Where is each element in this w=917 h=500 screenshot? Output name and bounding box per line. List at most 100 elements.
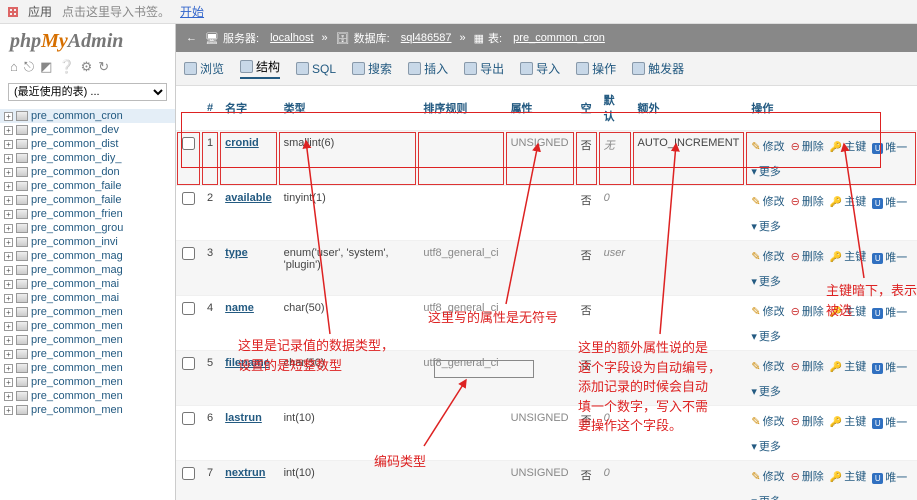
expand-icon[interactable]: + xyxy=(4,196,13,205)
expand-icon[interactable]: + xyxy=(4,392,13,401)
modify-link[interactable]: 修改 xyxy=(751,468,784,484)
primary-link[interactable]: 主键 xyxy=(830,468,866,484)
unique-link[interactable]: 唯一 xyxy=(872,194,907,210)
more-link[interactable]: 更多 xyxy=(751,383,781,399)
th-type[interactable]: 类型 xyxy=(278,86,418,131)
row-checkbox[interactable] xyxy=(182,192,195,205)
expand-icon[interactable]: + xyxy=(4,182,13,191)
delete-link[interactable]: 删除 xyxy=(791,138,824,154)
primary-link[interactable]: 主键 xyxy=(830,303,866,319)
sidebar-item[interactable]: +pre_common_faile xyxy=(0,193,175,207)
row-checkbox[interactable] xyxy=(182,357,195,370)
more-link[interactable]: 更多 xyxy=(751,328,781,344)
reload-icon[interactable]: ↻ xyxy=(98,59,109,75)
primary-link[interactable]: 主键 xyxy=(830,193,866,209)
col-name[interactable]: available xyxy=(225,192,271,204)
bc-server[interactable]: localhost xyxy=(270,32,313,44)
sidebar-item[interactable]: +pre_common_dev xyxy=(0,123,175,137)
tab-插入[interactable]: 插入 xyxy=(408,60,448,77)
more-link[interactable]: 更多 xyxy=(751,493,781,500)
expand-icon[interactable]: + xyxy=(4,280,13,289)
sidebar-item[interactable]: +pre_common_mag xyxy=(0,263,175,277)
expand-icon[interactable]: + xyxy=(4,378,13,387)
modify-link[interactable]: 修改 xyxy=(751,303,784,319)
expand-icon[interactable]: + xyxy=(4,140,13,149)
unique-link[interactable]: 唯一 xyxy=(872,414,907,430)
delete-link[interactable]: 删除 xyxy=(791,358,824,374)
more-link[interactable]: 更多 xyxy=(751,273,781,289)
expand-icon[interactable]: + xyxy=(4,126,13,135)
col-name[interactable]: name xyxy=(225,302,254,314)
th-coll[interactable]: 排序规则 xyxy=(417,86,504,131)
sql-icon[interactable]: ◩ xyxy=(40,59,52,75)
settings-icon[interactable]: ⚙ xyxy=(81,59,93,75)
expand-icon[interactable]: + xyxy=(4,336,13,345)
sidebar-item[interactable]: +pre_common_mai xyxy=(0,277,175,291)
delete-link[interactable]: 删除 xyxy=(791,248,824,264)
tab-导入[interactable]: 导入 xyxy=(520,60,560,77)
modify-link[interactable]: 修改 xyxy=(751,358,784,374)
sidebar-item[interactable]: +pre_common_men xyxy=(0,319,175,333)
sidebar-item[interactable]: +pre_common_mag xyxy=(0,249,175,263)
expand-icon[interactable]: + xyxy=(4,224,13,233)
col-name[interactable]: lastrun xyxy=(225,412,262,424)
sidebar-item[interactable]: +pre_common_dist xyxy=(0,137,175,151)
expand-icon[interactable]: + xyxy=(4,294,13,303)
th-name[interactable]: 名字 xyxy=(219,86,277,131)
row-checkbox[interactable] xyxy=(182,302,195,315)
primary-link[interactable]: 主键 xyxy=(830,413,866,429)
sidebar-item[interactable]: +pre_common_men xyxy=(0,361,175,375)
sidebar-item[interactable]: +pre_common_diy_ xyxy=(0,151,175,165)
bc-table[interactable]: pre_common_cron xyxy=(513,32,605,44)
start-link[interactable]: 开始 xyxy=(180,3,204,20)
expand-icon[interactable]: + xyxy=(4,210,13,219)
more-link[interactable]: 更多 xyxy=(751,438,781,454)
delete-link[interactable]: 删除 xyxy=(791,303,824,319)
row-checkbox[interactable] xyxy=(182,412,195,425)
sidebar-item[interactable]: +pre_common_cron xyxy=(0,109,175,123)
unique-link[interactable]: 唯一 xyxy=(872,359,907,375)
expand-icon[interactable]: + xyxy=(4,154,13,163)
expand-icon[interactable]: + xyxy=(4,406,13,415)
th-attr[interactable]: 属性 xyxy=(505,86,575,131)
th-extra[interactable]: 额外 xyxy=(632,86,746,131)
th-null[interactable]: 空 xyxy=(575,86,598,131)
more-link[interactable]: 更多 xyxy=(751,218,781,234)
tab-搜索[interactable]: 搜索 xyxy=(352,60,392,77)
sidebar-item[interactable]: +pre_common_men xyxy=(0,389,175,403)
sidebar-item[interactable]: +pre_common_mai xyxy=(0,291,175,305)
row-checkbox[interactable] xyxy=(182,137,195,150)
col-name[interactable]: filename xyxy=(225,357,270,369)
tab-触发器[interactable]: 触发器 xyxy=(632,60,684,77)
home-icon[interactable]: ⌂ xyxy=(10,59,18,75)
logout-icon[interactable]: ⎋ xyxy=(24,59,34,75)
sidebar-item[interactable]: +pre_common_faile xyxy=(0,179,175,193)
unique-link[interactable]: 唯一 xyxy=(872,469,907,485)
primary-link[interactable]: 主键 xyxy=(830,358,866,374)
primary-link[interactable]: 主键 xyxy=(830,138,866,154)
sidebar-item[interactable]: +pre_common_men xyxy=(0,347,175,361)
unique-link[interactable]: 唯一 xyxy=(872,249,907,265)
logo[interactable]: phpMyAdmin xyxy=(0,24,175,57)
col-name[interactable]: type xyxy=(225,247,248,259)
delete-link[interactable]: 删除 xyxy=(791,468,824,484)
tab-结构[interactable]: 结构 xyxy=(240,58,280,79)
delete-link[interactable]: 删除 xyxy=(791,413,824,429)
primary-link[interactable]: 主键 xyxy=(830,248,866,264)
tab-SQL[interactable]: SQL xyxy=(296,62,336,76)
row-checkbox[interactable] xyxy=(182,467,195,480)
expand-icon[interactable]: + xyxy=(4,168,13,177)
bc-db[interactable]: sql486587 xyxy=(401,32,452,44)
expand-icon[interactable]: + xyxy=(4,322,13,331)
delete-link[interactable]: 删除 xyxy=(791,193,824,209)
apps-label[interactable]: 应用 xyxy=(28,3,52,20)
th-ops[interactable]: 操作 xyxy=(745,86,917,131)
expand-icon[interactable]: + xyxy=(4,238,13,247)
docs-icon[interactable]: ❔ xyxy=(58,59,74,75)
col-name[interactable]: nextrun xyxy=(225,467,265,479)
tab-导出[interactable]: 导出 xyxy=(464,60,504,77)
more-link[interactable]: 更多 xyxy=(751,163,781,179)
th-num[interactable]: # xyxy=(201,86,219,131)
modify-link[interactable]: 修改 xyxy=(751,413,784,429)
expand-icon[interactable]: + xyxy=(4,350,13,359)
